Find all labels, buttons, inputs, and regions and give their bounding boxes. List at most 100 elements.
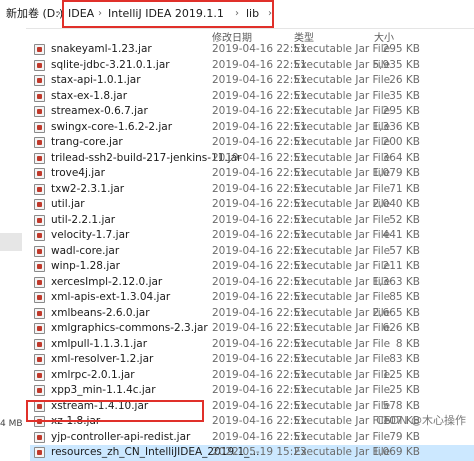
file-row[interactable]: util.jar 2019-04-16 22:51 Executable Jar F… [30, 197, 474, 213]
breadcrumb-drive[interactable]: 新加卷 (D:) [6, 7, 63, 21]
file-row[interactable]: xercesImpl-2.12.0.jar 2019-04-16 22:51 Exe… [30, 275, 474, 291]
file-name: xpp3_min-1.1.4c.jar [51, 384, 156, 396]
file-size: 8 KB [395, 337, 420, 350]
file-size: 1,079 KB [372, 167, 421, 179]
file-row[interactable]: winp-1.28.jar 2019-04-16 22:51 Executable … [30, 259, 474, 275]
chevron-right-icon[interactable]: › [98, 7, 102, 21]
file-name: xmlpull-1.1.3.1.jar [51, 337, 148, 350]
file-name: xmlrpc-2.0.1.jar [51, 368, 135, 381]
file-size: 578 KB [382, 399, 420, 412]
file-row[interactable]: swingx-core-1.6.2-2.jar 2019-04-16 22:51 E… [30, 120, 474, 136]
breadcrumb-intellij[interactable]: IntelliJ IDEA 2019.1.1 [108, 7, 224, 21]
file-size: 35 KB [389, 89, 420, 102]
jar-file-icon [34, 385, 45, 396]
file-row[interactable]: velocity-1.7.jar 2019-04-16 22:51 Executab… [30, 228, 474, 244]
jar-file-icon [34, 59, 45, 71]
file-row[interactable]: trilead-ssh2-build-217-jenkins-11.jar 201… [30, 151, 474, 167]
file-name: xmlbeans-2.6.0.jar [51, 306, 150, 319]
breadcrumb-idea[interactable]: IDEA [68, 7, 94, 21]
file-row[interactable]: xpp3_min-1.1.4c.jar 2019-04-16 22:51 Execu… [30, 383, 474, 399]
file-row[interactable]: snakeyaml-1.23.jar 2019-04-16 22:51 Execut… [30, 42, 474, 58]
file-row[interactable]: xml-apis-ext-1.3.04.jar 2019-04-16 22:51 E… [30, 290, 474, 306]
jar-file-icon [34, 354, 45, 365]
jar-file-icon [34, 400, 45, 412]
file-type: Executable Jar File [294, 213, 391, 226]
file-date: 2019-04-16 22:51 [212, 120, 307, 133]
file-row[interactable]: xmlbeans-2.6.0.jar 2019-04-16 22:51 Execut… [30, 306, 474, 322]
jar-file-icon [34, 75, 45, 86]
file-row[interactable]: streamex-0.6.7.jar 2019-04-16 22:51 Execut… [30, 104, 474, 120]
jar-file-icon [34, 431, 45, 443]
file-size: 79 KB [389, 430, 420, 443]
nav-selected-item[interactable] [0, 233, 22, 251]
file-name: xmlgraphics-commons-2.3.jar [51, 322, 208, 334]
file-row[interactable]: yjp-controller-api-redist.jar 2019-04-16 … [30, 430, 474, 446]
file-type: Executable Jar File [294, 430, 391, 443]
file-date: 2019-04-16 22:51 [212, 260, 307, 272]
file-size: 2,665 KB [372, 306, 421, 319]
chevron-right-icon[interactable]: › [235, 7, 239, 21]
file-date: 2019-04-16 22:51 [212, 43, 307, 55]
file-row[interactable]: trang-core.jar 2019-04-16 22:51 Executable… [30, 135, 474, 151]
file-row[interactable]: util-2.2.1.jar 2019-04-16 22:51 Executable… [30, 213, 474, 229]
file-row[interactable]: xmlrpc-2.0.1.jar 2019-04-16 22:51 Executab… [30, 368, 474, 384]
file-name: trang-core.jar [51, 136, 123, 148]
file-date: 2019-04-16 22:51 [212, 167, 307, 179]
navigation-pane[interactable] [0, 28, 26, 433]
file-row[interactable]: sqlite-jdbc-3.21.0.1.jar 2019-04-16 22:51… [30, 58, 474, 74]
file-date: 2019-04-16 22:51 [212, 306, 307, 319]
file-size: 200 KB [382, 136, 420, 148]
file-row[interactable]: trove4j.jar 2019-04-16 22:51 Executable Ja… [30, 166, 474, 182]
file-row[interactable]: stax-ex-1.8.jar 2019-04-16 22:51 Executabl… [30, 89, 474, 105]
jar-file-icon [34, 152, 45, 164]
file-name: xercesImpl-2.12.0.jar [51, 275, 163, 288]
jar-file-icon [34, 369, 45, 381]
file-name: stax-api-1.0.1.jar [51, 74, 141, 86]
jar-file-icon [34, 245, 45, 257]
file-name: stax-ex-1.8.jar [51, 89, 128, 102]
breadcrumb-lib[interactable]: lib [246, 7, 259, 21]
file-size: 83 KB [389, 353, 420, 365]
file-name: winp-1.28.jar [51, 260, 120, 272]
chevron-right-icon[interactable]: › [268, 7, 272, 21]
file-name: yjp-controller-api-redist.jar [51, 430, 191, 443]
file-row[interactable]: xmlpull-1.1.3.1.jar 2019-04-16 22:51 Execu… [30, 337, 474, 353]
file-name: util-2.2.1.jar [51, 213, 116, 226]
status-size: 4 MB [0, 419, 23, 429]
file-type: Executable Jar File [294, 353, 391, 365]
jar-file-icon [34, 323, 45, 334]
file-date: 2019-04-16 22:51 [212, 415, 307, 427]
file-row[interactable]: xmlgraphics-commons-2.3.jar 2019-04-16 22… [30, 321, 474, 337]
file-row[interactable]: wadl-core.jar 2019-04-16 22:51 Executable … [30, 244, 474, 260]
jar-file-icon [34, 447, 45, 458]
file-type: Executable Jar File [294, 136, 391, 148]
file-row[interactable]: txw2-2.3.1.jar 2019-04-16 22:51 Executable… [30, 182, 474, 198]
file-date: 2019-04-16 22:51 [212, 244, 307, 257]
file-date: 2019-04-16 22:51 [212, 58, 307, 71]
jar-file-icon [34, 416, 45, 427]
file-type: Executable Jar File [294, 151, 391, 164]
file-date: 2019-04-16 22:51 [212, 384, 307, 396]
jar-file-icon [34, 183, 45, 195]
file-row[interactable]: xml-resolver-1.2.jar 2019-04-16 22:51 Exec… [30, 352, 474, 368]
chevron-right-icon[interactable]: › [57, 7, 61, 21]
file-row[interactable]: stax-api-1.0.1.jar 2019-04-16 22:51 Execut… [30, 73, 474, 89]
file-type: Executable Jar File [294, 322, 391, 334]
file-date: 2019-04-16 22:51 [212, 368, 307, 381]
file-row[interactable]: resources_zh_CN_IntelliJIDEA_2019.1_... 2… [30, 445, 474, 461]
file-size: 5,935 KB [372, 58, 421, 71]
file-list: snakeyaml-1.23.jar 2019-04-16 22:51 Execut… [30, 42, 474, 461]
file-type: Executable Jar File [294, 368, 391, 381]
address-bar[interactable]: 新加卷 (D:) › IDEA › IntelliJ IDEA 2019.1.1… [0, 0, 474, 29]
file-date: 2022-05-19 15:23 [212, 446, 307, 458]
jar-file-icon [34, 307, 45, 319]
file-size: 71 KB [389, 182, 420, 195]
file-type: Executable Jar File [294, 399, 391, 412]
file-type: Executable Jar File [294, 260, 391, 272]
file-name: xstream-1.4.10.jar [51, 399, 149, 412]
file-name: sqlite-jdbc-3.21.0.1.jar [51, 58, 170, 71]
file-name: wadl-core.jar [51, 244, 120, 257]
file-name: streamex-0.6.7.jar [51, 105, 148, 117]
jar-file-icon [34, 90, 45, 102]
file-size: 52 KB [389, 213, 420, 226]
